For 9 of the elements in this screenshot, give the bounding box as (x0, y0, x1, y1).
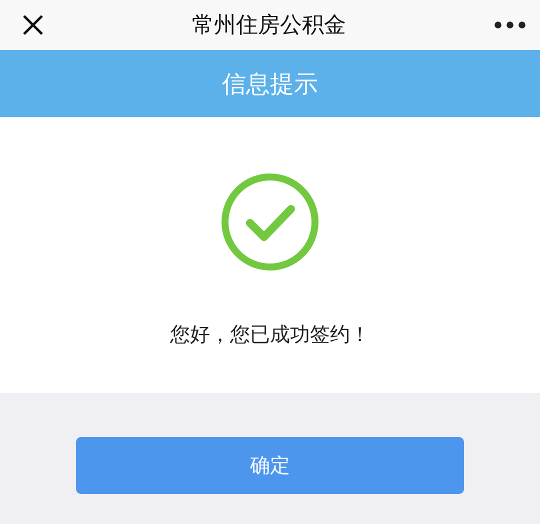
close-button[interactable] (22, 14, 44, 36)
more-button[interactable] (494, 21, 526, 29)
result-message: 您好，您已成功签约！ (170, 321, 370, 348)
confirm-button[interactable]: 确定 (76, 437, 464, 494)
close-icon (22, 14, 44, 36)
header-title: 信息提示 (222, 68, 318, 100)
check-circle-icon (221, 173, 319, 271)
more-icon (494, 21, 526, 29)
nav-title: 常州住房公积金 (192, 12, 346, 40)
